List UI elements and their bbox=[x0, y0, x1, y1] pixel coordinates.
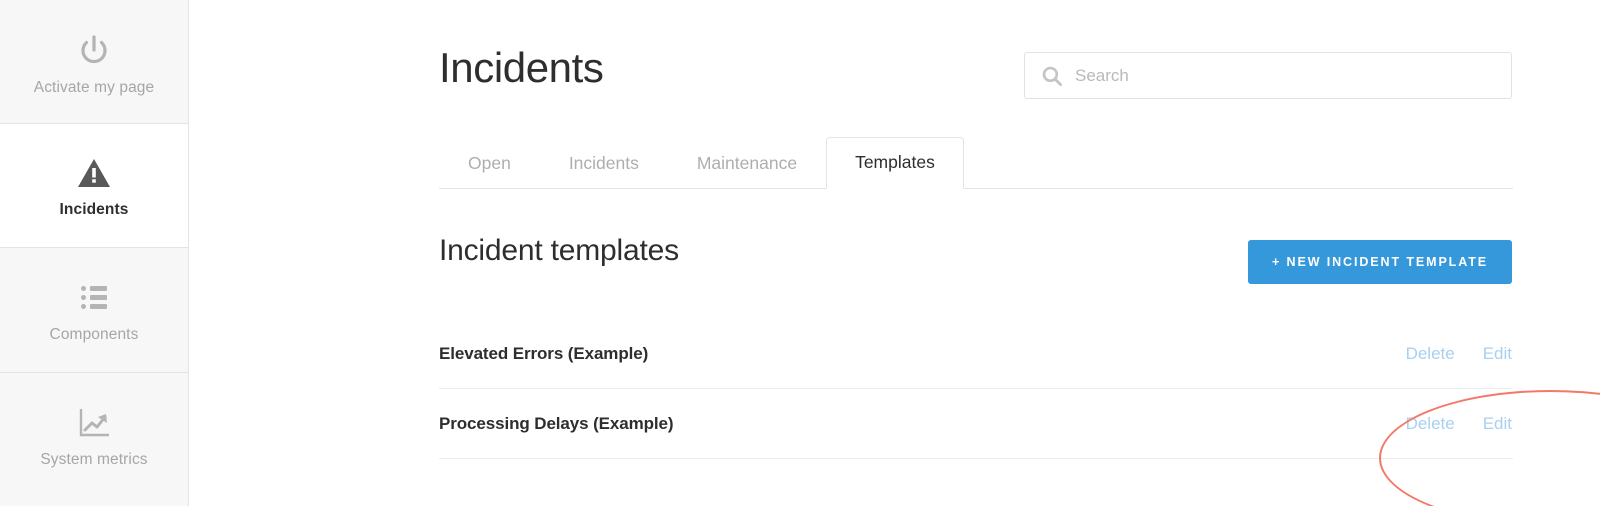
sidebar-item-label: Components bbox=[49, 325, 139, 343]
incident-templates-list: Elevated Errors (Example) Delete Edit Pr… bbox=[439, 319, 1513, 459]
search-icon bbox=[1041, 65, 1063, 87]
new-incident-template-button[interactable]: + NEW INCIDENT TEMPLATE bbox=[1247, 240, 1512, 284]
list-icon bbox=[81, 276, 107, 320]
edit-link[interactable]: Edit bbox=[1483, 414, 1512, 434]
search-input[interactable] bbox=[1075, 65, 1495, 86]
page-title: Incidents bbox=[439, 44, 604, 91]
row-actions: Delete Edit bbox=[1406, 414, 1513, 434]
sidebar-item-activate-my-page[interactable]: Activate my page bbox=[0, 0, 188, 124]
main-content: Incidents Open Incidents Maintenance T bbox=[189, 0, 1600, 506]
delete-link[interactable]: Delete bbox=[1406, 414, 1455, 434]
sidebar-item-label: System metrics bbox=[40, 451, 148, 469]
edit-link[interactable]: Edit bbox=[1483, 344, 1512, 364]
sidebar-item-incidents[interactable]: Incidents bbox=[0, 124, 188, 248]
table-row: Elevated Errors (Example) Delete Edit bbox=[439, 319, 1513, 389]
tab-maintenance[interactable]: Maintenance bbox=[668, 138, 826, 189]
delete-link[interactable]: Delete bbox=[1406, 344, 1455, 364]
sidebar-item-label: Incidents bbox=[59, 201, 129, 219]
power-icon bbox=[76, 29, 112, 73]
search-box[interactable] bbox=[1024, 52, 1512, 99]
sidebar-item-label: Activate my page bbox=[33, 79, 155, 97]
table-row: Processing Delays (Example) Delete Edit bbox=[439, 389, 1513, 459]
tab-open[interactable]: Open bbox=[439, 138, 540, 189]
sidebar-item-system-metrics[interactable]: System metrics bbox=[0, 373, 188, 498]
section-header: Incident templates + NEW INCIDENT TEMPLA… bbox=[439, 189, 1600, 506]
template-name: Processing Delays (Example) bbox=[439, 413, 674, 433]
app-root: Activate my page Incidents Components Sy… bbox=[0, 0, 1600, 506]
warning-triangle-icon bbox=[77, 151, 111, 195]
template-name: Elevated Errors (Example) bbox=[439, 343, 649, 363]
tab-incidents[interactable]: Incidents bbox=[540, 138, 668, 189]
section-title: Incident templates bbox=[439, 234, 679, 267]
tab-bar: Open Incidents Maintenance Templates bbox=[439, 130, 1513, 189]
content-container: Incidents Open Incidents Maintenance T bbox=[439, 0, 1600, 506]
sidebar-item-components[interactable]: Components bbox=[0, 248, 188, 373]
line-chart-icon bbox=[76, 401, 112, 445]
page-header: Incidents bbox=[439, 0, 1513, 130]
sidebar: Activate my page Incidents Components Sy… bbox=[0, 0, 189, 506]
tab-templates[interactable]: Templates bbox=[826, 137, 964, 189]
row-actions: Delete Edit bbox=[1406, 344, 1513, 364]
